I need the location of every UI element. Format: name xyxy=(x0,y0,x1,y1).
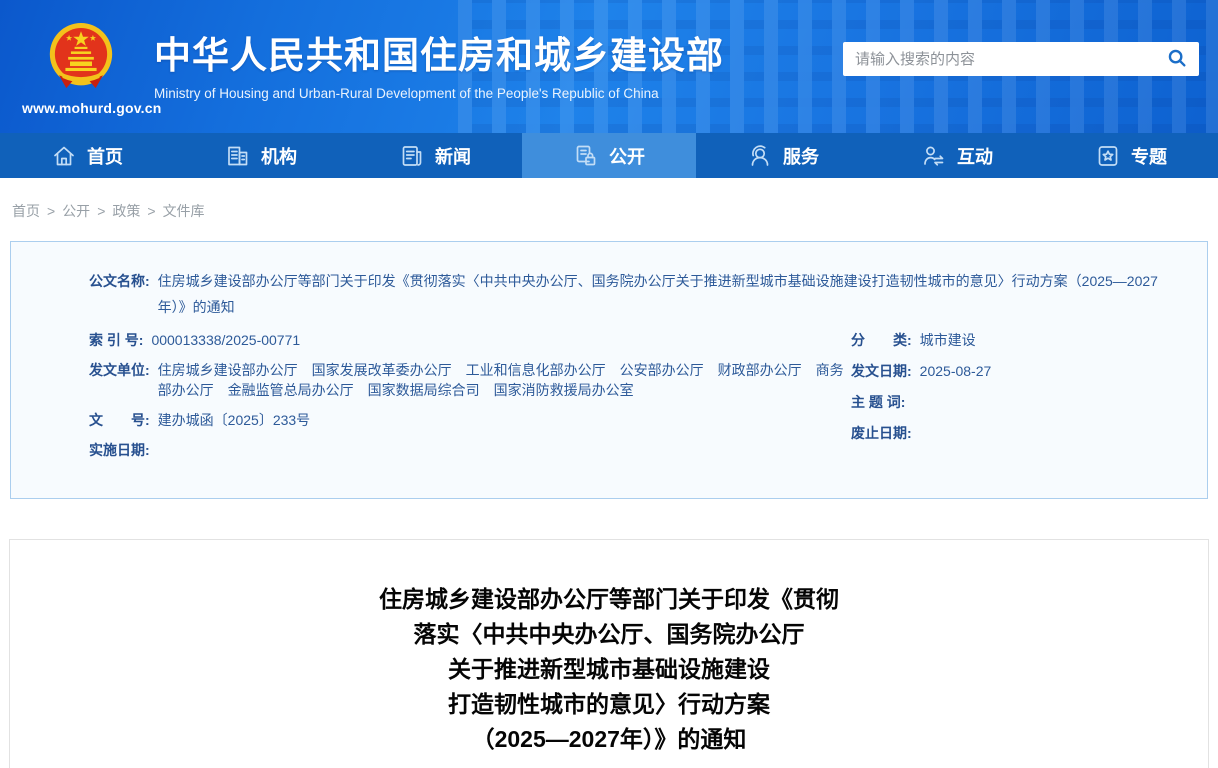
home-icon xyxy=(51,143,77,169)
site-subtitle-en: Ministry of Housing and Urban-Rural Deve… xyxy=(154,85,659,101)
breadcrumb: 首页 > 公开 > 政策 > 文件库 xyxy=(0,178,1218,221)
article-title-line: 打造韧性城市的意见〉行动方案 xyxy=(448,691,770,717)
search-icon xyxy=(1166,47,1188,72)
site-brand: www.mohurd.gov.cn 中华人民共和国住房和城乡建设部 Minist… xyxy=(22,20,724,116)
national-emblem-icon xyxy=(48,23,114,96)
breadcrumb-separator: > xyxy=(47,203,56,219)
meta-label: 文 号: xyxy=(89,412,150,428)
meta-value-category: 城市建设 xyxy=(919,332,976,348)
site-url: www.mohurd.gov.cn xyxy=(22,100,162,116)
meta-value-index-number: 000013338/2025-00771 xyxy=(151,332,301,348)
meta-row-subject-terms: 主 题 词: xyxy=(851,392,1161,412)
breadcrumb-home[interactable]: 首页 xyxy=(12,203,40,219)
building-icon xyxy=(225,143,251,169)
topics-icon xyxy=(1095,143,1121,169)
nav-label: 服务 xyxy=(783,146,819,167)
meta-label: 发文日期: xyxy=(851,363,912,379)
meta-row-issue-date: 发文日期: 2025-08-27 xyxy=(851,361,1161,381)
nav-label: 机构 xyxy=(261,146,297,167)
site-header: www.mohurd.gov.cn 中华人民共和国住房和城乡建设部 Minist… xyxy=(0,0,1218,133)
meta-row-category: 分 类: 城市建设 xyxy=(851,330,1161,350)
meta-label: 分 类: xyxy=(851,332,912,348)
nav-item-topics[interactable]: 专题 xyxy=(1044,133,1218,178)
nav-item-disclosure[interactable]: 公开 xyxy=(522,133,696,178)
meta-label: 索 引 号: xyxy=(89,332,144,348)
nav-label: 公开 xyxy=(609,146,645,167)
meta-label: 发文单位: xyxy=(89,362,150,378)
meta-value-document-name: 住房城乡建设部办公厅等部门关于印发《贯彻落实〈中共中央办公厅、国务院办公厅关于推… xyxy=(157,273,1158,315)
meta-label: 公文名称: xyxy=(89,273,150,289)
disclosure-icon xyxy=(573,143,599,169)
breadcrumb-library[interactable]: 文件库 xyxy=(163,203,205,219)
nav-item-interaction[interactable]: 互动 xyxy=(870,133,1044,178)
service-icon xyxy=(747,143,773,169)
news-icon xyxy=(399,143,425,169)
search-button[interactable] xyxy=(1155,42,1199,76)
nav-label: 专题 xyxy=(1131,146,1167,167)
breadcrumb-separator: > xyxy=(97,203,106,219)
breadcrumb-policy[interactable]: 政策 xyxy=(112,203,140,219)
main-nav: 首页 机构 新闻 公开 服务 互动 专题 xyxy=(0,133,1218,178)
meta-label: 实施日期: xyxy=(89,442,150,458)
nav-label: 首页 xyxy=(87,146,123,167)
article-title-line: 关于推进新型城市基础设施建设 xyxy=(448,656,770,682)
search-input[interactable] xyxy=(843,42,1155,76)
meta-value-document-number: 建办城函〔2025〕233号 xyxy=(157,412,311,428)
meta-value-issuing-units: 住房城乡建设部办公厅 国家发展改革委办公厅 工业和信息化部办公厅 公安部办公厅 … xyxy=(157,362,844,398)
site-title: 中华人民共和国住房和城乡建设部 xyxy=(154,35,724,76)
article-title-line: 落实〈中共中央办公厅、国务院办公厅 xyxy=(413,621,805,647)
search-box xyxy=(843,42,1199,76)
meta-row-implementation-date: 实施日期: xyxy=(89,440,851,460)
breadcrumb-separator: > xyxy=(147,203,156,219)
document-metadata-card: 公文名称: 住房城乡建设部办公厅等部门关于印发《贯彻落实〈中共中央办公厅、国务院… xyxy=(10,241,1208,499)
interaction-icon xyxy=(921,143,947,169)
article-title-line: 住房城乡建设部办公厅等部门关于印发《贯彻 xyxy=(379,586,839,612)
meta-row-document-name: 公文名称: 住房城乡建设部办公厅等部门关于印发《贯彻落实〈中共中央办公厅、国务院… xyxy=(89,268,1161,320)
article-card: 住房城乡建设部办公厅等部门关于印发《贯彻 落实〈中共中央办公厅、国务院办公厅 关… xyxy=(9,539,1209,768)
breadcrumb-disclosure[interactable]: 公开 xyxy=(62,203,90,219)
meta-value-issue-date: 2025-08-27 xyxy=(919,363,992,379)
nav-item-orgs[interactable]: 机构 xyxy=(174,133,348,178)
nav-item-services[interactable]: 服务 xyxy=(696,133,870,178)
nav-label: 新闻 xyxy=(435,146,471,167)
meta-row-repeal-date: 废止日期: xyxy=(851,423,1161,443)
meta-row-issuing-units: 发文单位: 住房城乡建设部办公厅 国家发展改革委办公厅 工业和信息化部办公厅 公… xyxy=(89,360,851,400)
meta-label: 主 题 词: xyxy=(851,394,906,410)
article-title-line: （2025—2027年）》的通知 xyxy=(471,726,747,752)
meta-label: 废止日期: xyxy=(851,425,912,441)
meta-row-index-number: 索 引 号: 000013338/2025-00771 xyxy=(89,330,851,350)
nav-label: 互动 xyxy=(957,146,993,167)
meta-row-document-number: 文 号: 建办城函〔2025〕233号 xyxy=(89,410,851,430)
nav-item-home[interactable]: 首页 xyxy=(0,133,174,178)
nav-item-news[interactable]: 新闻 xyxy=(348,133,522,178)
